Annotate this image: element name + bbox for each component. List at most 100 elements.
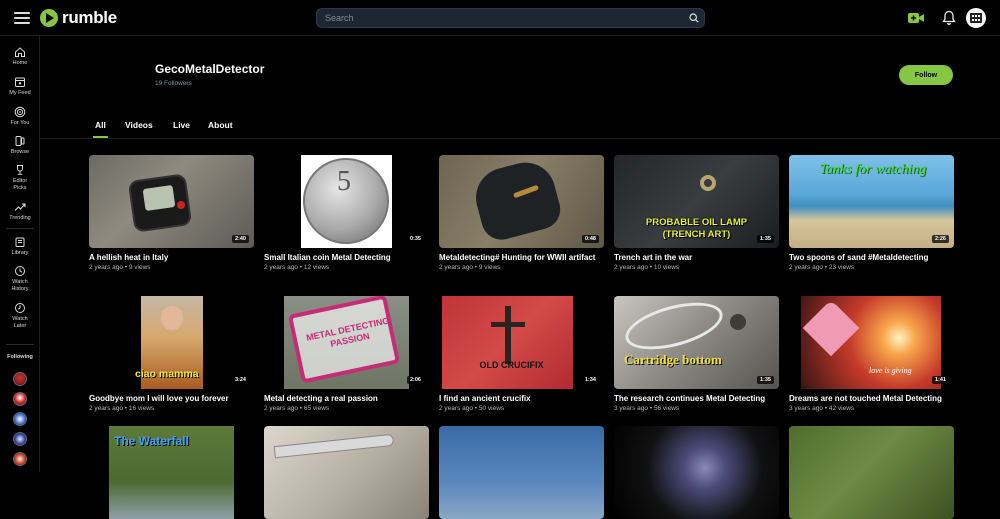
video-duration: 2:26 bbox=[931, 235, 949, 243]
thumbnail-overlay-text: The Waterfall bbox=[114, 434, 189, 448]
search-input[interactable] bbox=[317, 13, 684, 23]
top-bar: rumble bbox=[0, 0, 1000, 36]
video-card[interactable] bbox=[264, 426, 429, 519]
video-title[interactable]: Small Italian coin Metal Detecting bbox=[264, 252, 429, 263]
detector-button-graphic bbox=[177, 201, 185, 209]
sidebar-item-my-feed[interactable]: My Feed bbox=[0, 76, 40, 97]
video-card[interactable]: 0:48 Metaldetecting# Hunting for WWII ar… bbox=[439, 155, 604, 271]
search-icon[interactable] bbox=[684, 8, 704, 28]
thumbnail-overlay-text: love is giving bbox=[869, 366, 912, 375]
video-title[interactable]: The research continues Metal Detecting bbox=[614, 393, 779, 404]
browse-icon bbox=[15, 136, 25, 146]
video-thumbnail[interactable]: ciao mamma 3:24 bbox=[89, 296, 254, 389]
sidebar-item-trending[interactable]: Trending bbox=[0, 201, 40, 222]
video-card[interactable] bbox=[439, 426, 604, 519]
video-thumbnail[interactable]: 5 0:35 bbox=[264, 155, 429, 248]
video-thumbnail[interactable] bbox=[789, 426, 954, 519]
rumble-logo[interactable]: rumble bbox=[40, 8, 117, 28]
trophy-icon bbox=[17, 165, 23, 175]
video-card[interactable]: Cartridge bottom 1:35 The research conti… bbox=[614, 296, 779, 412]
followed-channel-avatar[interactable] bbox=[13, 412, 27, 426]
video-card[interactable]: Tanks for watching 2:26 Two spoons of sa… bbox=[789, 155, 954, 271]
video-thumbnail[interactable] bbox=[614, 426, 779, 519]
sidebar-item-home[interactable]: Home bbox=[0, 46, 40, 67]
notifications-bell-icon[interactable] bbox=[942, 10, 956, 26]
video-title[interactable]: Metal detecting a real passion bbox=[264, 393, 429, 404]
video-duration: 1:35 bbox=[756, 235, 774, 243]
upload-video-icon[interactable] bbox=[908, 11, 924, 25]
video-meta: 3 years ago • 42 views bbox=[789, 405, 855, 412]
video-title[interactable]: A hellish heat in Italy bbox=[89, 252, 254, 263]
home-icon bbox=[15, 47, 25, 57]
sidebar-item-label: Editor Picks bbox=[12, 178, 28, 191]
video-thumbnail[interactable]: 2:40 bbox=[89, 155, 254, 248]
video-thumbnail[interactable] bbox=[264, 426, 429, 519]
thumbnail-overlay-text: PROBABLE OIL LAMP (TRENCH ART) bbox=[645, 217, 748, 240]
thumbnail-overlay-text: OLD CRUCIFIX bbox=[479, 360, 544, 370]
video-duration: 3:24 bbox=[231, 376, 249, 384]
clock-icon bbox=[15, 303, 25, 313]
menu-icon[interactable] bbox=[14, 12, 30, 24]
video-thumbnail[interactable]: The Waterfall bbox=[89, 426, 254, 519]
video-duration: 2:40 bbox=[231, 235, 249, 243]
video-thumbnail[interactable]: PROBABLE OIL LAMP (TRENCH ART) 1:35 bbox=[614, 155, 779, 248]
tab-videos[interactable]: Videos bbox=[125, 120, 153, 130]
trending-icon bbox=[14, 203, 26, 211]
video-card[interactable] bbox=[614, 426, 779, 519]
video-card[interactable]: 2:40 A hellish heat in Italy 2 years ago… bbox=[89, 155, 254, 271]
video-card[interactable]: METAL DETECTING PASSION 2:06 Metal detec… bbox=[264, 296, 429, 412]
video-meta: 2 years ago • 9 views bbox=[89, 264, 151, 271]
thumbnail-overlay-text: Tanks for watching bbox=[819, 162, 927, 177]
video-card[interactable]: love is giving 1:41 Dreams are not touch… bbox=[789, 296, 954, 412]
video-card[interactable]: OLD CRUCIFIX 1:34 I find an ancient cruc… bbox=[439, 296, 604, 412]
tab-live[interactable]: Live bbox=[173, 120, 190, 130]
sidebar-item-browse[interactable]: Browse bbox=[0, 135, 40, 156]
tab-all[interactable]: All bbox=[93, 120, 108, 138]
sidebar-item-watch-history[interactable]: Watch History bbox=[0, 265, 40, 293]
followed-channel-avatar[interactable] bbox=[13, 452, 27, 466]
video-thumbnail[interactable]: love is giving 1:41 bbox=[789, 296, 954, 389]
follow-button[interactable]: Follow bbox=[899, 65, 953, 85]
followed-channel-avatar[interactable] bbox=[13, 372, 27, 386]
video-title[interactable]: Trench art in the war bbox=[614, 252, 779, 263]
sidebar-item-for-you[interactable]: For You bbox=[0, 106, 40, 127]
video-duration: 1:34 bbox=[581, 376, 599, 384]
video-card[interactable]: PROBABLE OIL LAMP (TRENCH ART) 1:35 Tren… bbox=[614, 155, 779, 271]
video-card[interactable]: The Waterfall bbox=[89, 426, 254, 519]
video-card[interactable]: 5 0:35 Small Italian coin Metal Detectin… bbox=[264, 155, 429, 271]
video-thumbnail[interactable]: OLD CRUCIFIX 1:34 bbox=[439, 296, 604, 389]
library-icon bbox=[15, 237, 25, 247]
sidebar-item-watch-later[interactable]: Watch Later bbox=[0, 302, 40, 330]
sidebar-item-library[interactable]: Library bbox=[0, 236, 40, 257]
video-thumbnail[interactable] bbox=[439, 426, 604, 519]
video-meta: 2 years ago • 23 views bbox=[789, 264, 855, 271]
video-title[interactable]: Goodbye mom I will love you forever bbox=[89, 393, 254, 404]
video-title[interactable]: Two spoons of sand #Metaldetecting bbox=[789, 252, 954, 263]
video-title[interactable]: Dreams are not touched Metal Detecting bbox=[789, 393, 954, 404]
logo-text: rumble bbox=[62, 8, 117, 27]
video-title[interactable]: I find an ancient crucifix bbox=[439, 393, 604, 404]
video-thumbnail[interactable]: Tanks for watching 2:26 bbox=[789, 155, 954, 248]
video-card[interactable]: ciao mamma 3:24 Goodbye mom I will love … bbox=[89, 296, 254, 412]
sidebar-item-editor-picks[interactable]: Editor Picks bbox=[0, 164, 40, 192]
sidebar-item-label: Browse bbox=[10, 149, 30, 155]
video-meta: 2 years ago • 65 views bbox=[264, 405, 330, 412]
crucifix-horizontal-graphic bbox=[491, 322, 525, 327]
followed-channel-avatar[interactable] bbox=[13, 392, 27, 406]
thumbnail-overlay-text: ciao mamma bbox=[135, 368, 199, 380]
ring-graphic bbox=[700, 175, 716, 191]
video-thumbnail[interactable]: METAL DETECTING PASSION 2:06 bbox=[264, 296, 429, 389]
user-avatar[interactable] bbox=[966, 8, 986, 28]
video-thumbnail[interactable]: Cartridge bottom 1:35 bbox=[614, 296, 779, 389]
channel-followers-count: 19 Followers bbox=[155, 80, 192, 87]
detector-screen-graphic bbox=[142, 185, 176, 211]
tab-about[interactable]: About bbox=[208, 120, 233, 130]
video-meta: 2 years ago • 10 views bbox=[614, 264, 680, 271]
video-meta: 2 years ago • 16 views bbox=[89, 405, 155, 412]
followed-channel-avatar[interactable] bbox=[13, 432, 27, 446]
video-thumbnail[interactable]: 0:48 bbox=[439, 155, 604, 248]
thumbnail-overlay-text: Cartridge bottom bbox=[624, 352, 722, 367]
channel-name: GecoMetalDetector bbox=[155, 62, 265, 76]
video-title[interactable]: Metaldetecting# Hunting for WWII artifac… bbox=[439, 252, 604, 263]
video-card[interactable] bbox=[789, 426, 954, 519]
